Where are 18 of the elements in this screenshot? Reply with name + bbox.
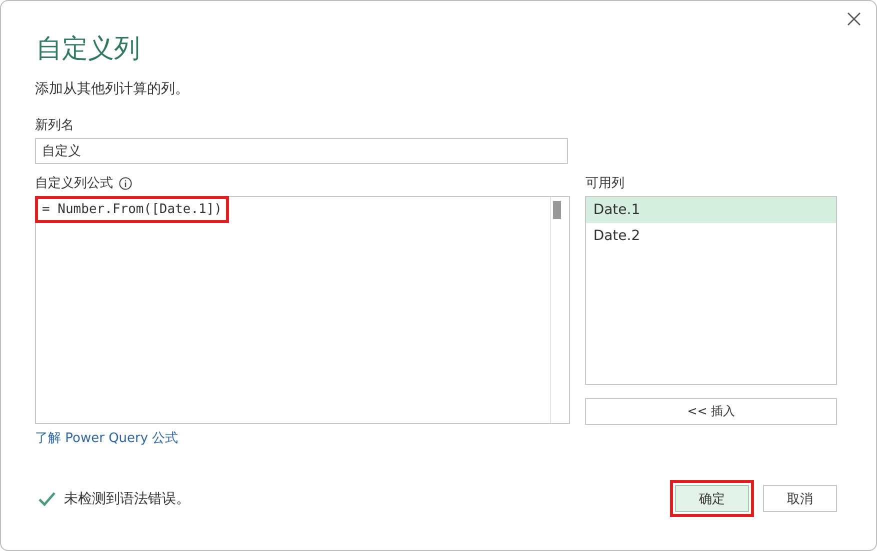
- list-label: 可用列: [585, 175, 624, 192]
- close-icon[interactable]: [846, 11, 862, 27]
- learn-link[interactable]: 了解 Power Query 公式: [35, 429, 178, 447]
- info-icon[interactable]: [119, 176, 132, 190]
- dialog-title: 自定义列: [36, 33, 141, 66]
- formula-editor[interactable]: = Number.From([Date.1]): [35, 196, 570, 424]
- insert-button[interactable]: << 插入: [585, 398, 837, 425]
- field-label: 新列名: [35, 117, 74, 134]
- column-list-item[interactable]: Date.2: [586, 223, 836, 249]
- field-label: 自定义列公式: [35, 175, 113, 192]
- formula-text: = Number.From([Date.1]): [35, 196, 230, 223]
- ok-button[interactable]: 确定: [675, 485, 749, 512]
- scrollbar-thumb[interactable]: [553, 201, 562, 219]
- column-name-field[interactable]: 自定义: [35, 138, 568, 164]
- cancel-button[interactable]: 取消: [763, 485, 837, 512]
- column-list-item[interactable]: Date.1: [586, 197, 836, 223]
- status-message: 未检测到语法错误。: [64, 490, 190, 508]
- dialog-description: 添加从其他列计算的列。: [35, 80, 190, 98]
